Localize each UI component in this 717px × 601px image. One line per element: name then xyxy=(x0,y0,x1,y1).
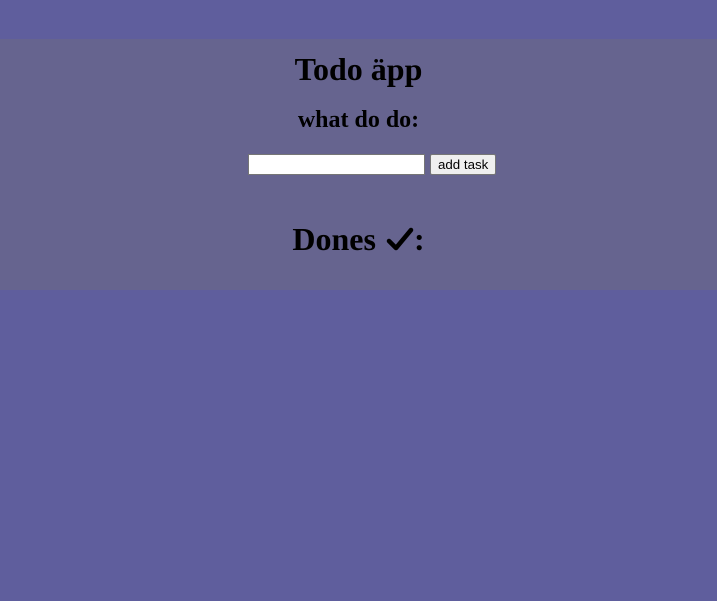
add-task-form: add task xyxy=(248,153,497,175)
dones-suffix: : xyxy=(413,221,425,257)
dones-label: Dones xyxy=(292,221,376,257)
task-prompt-heading: what do do: xyxy=(297,107,420,133)
task-input[interactable] xyxy=(248,153,425,175)
check-icon xyxy=(386,224,414,251)
page-title: Todo äpp xyxy=(294,51,423,87)
add-task-button[interactable]: add task xyxy=(430,153,497,175)
todo-panel: Todo äpp what do do: add task Dones : xyxy=(0,39,717,290)
dones-heading: Dones : xyxy=(0,221,717,257)
